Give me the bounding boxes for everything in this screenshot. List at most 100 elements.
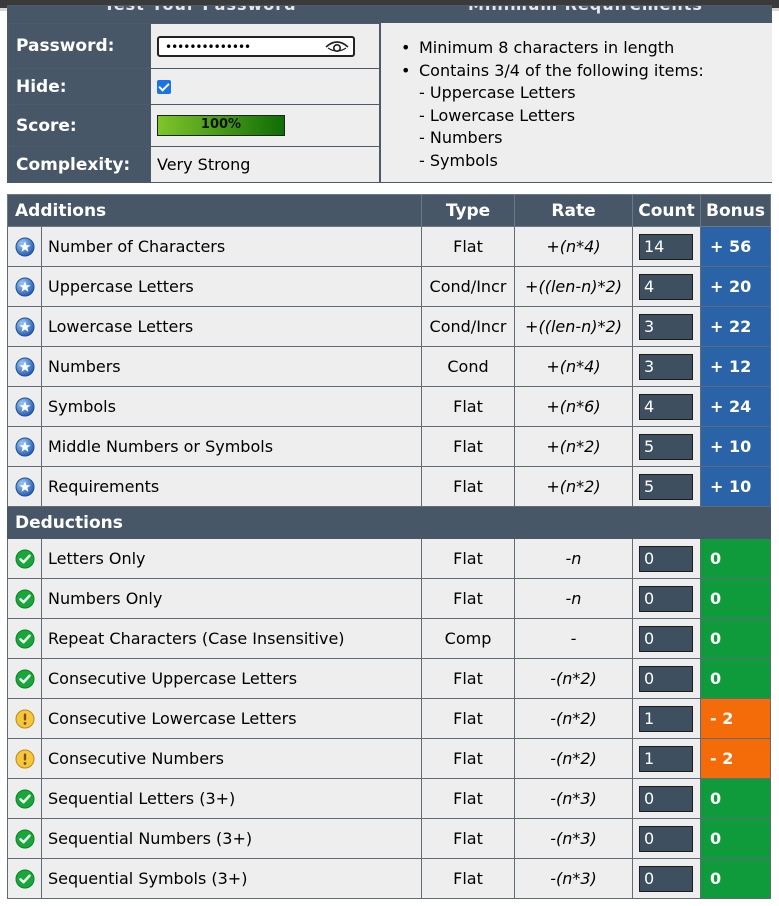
requirement-sub-item: - Uppercase Letters [419,83,576,102]
count-input[interactable]: 0 [639,585,693,612]
row-name: Consecutive Numbers [41,738,422,779]
count-input[interactable]: 0 [639,865,693,892]
addition-row: Requirements Flat +(n*2) 5 + 10 [7,466,771,507]
deduction-row: Numbers Only Flat -n 0 0 [7,578,771,619]
count-input[interactable]: 0 [639,665,693,692]
count-input[interactable]: 0 [639,625,693,652]
deduction-row: Repeat Characters (Case Insensitive) Comp… [7,618,771,659]
addition-row: Lowercase Letters Cond/Incr +((len-n)*2) 3 +… [7,306,771,347]
row-status [7,266,42,307]
deductions-rows: Letters Only Flat -n 0 0 Numbers Only Flat -n 0 0… [7,538,771,899]
requirement-item: Contains 3/4 of the following items: [401,60,704,83]
row-status [7,858,42,899]
row-name: Uppercase Letters [41,266,422,307]
row-rate: +((len-n)*2) [514,306,633,347]
password-value: •••••••••••••• [165,39,251,54]
password-input[interactable]: •••••••••••••• [157,35,355,57]
count-input[interactable]: 3 [639,353,693,380]
deductions-header: Deductions [7,506,771,539]
row-count-cell: 1 [632,698,701,739]
count-input[interactable]: 0 [639,825,693,852]
row-name: Numbers [41,346,422,387]
row-type: Cond/Incr [421,306,515,347]
addition-row: Number of Characters Flat +(n*4) 14 + 56 [7,226,771,267]
row-name: Consecutive Uppercase Letters [41,658,422,699]
row-rate: -(n*3) [514,818,633,859]
row-status [7,618,42,659]
row-status [7,226,42,267]
check-circle-icon [15,629,34,649]
requirement-item: Minimum 8 characters in length [401,37,704,60]
row-count-cell: 5 [632,466,701,507]
count-input[interactable]: 0 [639,785,693,812]
row-rate: +(n*4) [514,226,633,267]
row-count-cell: 0 [632,818,701,859]
hide-checkbox[interactable] [157,80,171,94]
row-rate: +(n*4) [514,346,633,387]
eye-icon[interactable] [325,40,349,54]
row-type: Flat [421,226,515,267]
row-name: Number of Characters [41,226,422,267]
row-count-cell: 0 [632,578,701,619]
addition-row: Middle Numbers or Symbols Flat +(n*2) 5 + 10 [7,426,771,467]
row-status [7,738,42,779]
deduction-row: Consecutive Numbers Flat -(n*2) 1 - 2 [7,738,771,779]
deduction-row: Consecutive Lowercase Letters Flat -(n*2) 1… [7,698,771,739]
row-status [7,538,42,579]
row-bonus: 0 [700,658,771,699]
row-bonus: - 2 [700,738,771,779]
row-type: Cond/Incr [421,266,515,307]
row-status [7,466,42,507]
row-bonus: 0 [700,778,771,819]
row-bonus: + 20 [700,266,771,307]
count-input[interactable]: 4 [639,273,693,300]
row-rate: -(n*2) [514,658,633,699]
row-bonus: + 10 [700,466,771,507]
complexity-value: Very Strong [150,146,380,183]
exclamation-circle-icon [15,709,34,729]
password-test-panel: Test Your Password Minimum Requirements … [7,5,772,183]
row-status [7,426,42,467]
count-input[interactable]: 4 [639,393,693,420]
count-header: Count [632,194,701,227]
row-type: Flat [421,818,515,859]
row-status [7,778,42,819]
row-rate: -(n*2) [514,698,633,739]
count-input[interactable]: 14 [639,233,693,260]
count-input[interactable]: 0 [639,545,693,572]
right-title: Minimum Requirements [468,6,703,14]
requirement-sub-item: - Numbers [419,128,503,147]
count-input[interactable]: 3 [639,313,693,340]
count-input[interactable]: 5 [639,473,693,500]
row-type: Cond [421,346,515,387]
bonus-header: Bonus [700,194,771,227]
star-icon [15,397,34,417]
row-status [7,658,42,699]
left-title: Test Your Password [104,6,297,14]
deduction-row: Sequential Letters (3+) Flat -(n*3) 0 0 [7,778,771,819]
row-type: Flat [421,778,515,819]
row-name: Requirements [41,466,422,507]
count-input[interactable]: 1 [639,705,693,732]
row-count-cell: 4 [632,386,701,427]
hide-label: Hide: [8,68,151,105]
row-rate: -n [514,538,633,579]
exclamation-circle-icon [15,749,34,769]
count-input[interactable]: 5 [639,433,693,460]
row-rate: +((len-n)*2) [514,266,633,307]
requirement-sub-item: - Lowercase Letters [419,105,576,125]
count-input[interactable]: 1 [639,745,693,772]
check-circle-icon [15,589,34,609]
row-rate: -(n*3) [514,858,633,899]
row-name: Numbers Only [41,578,422,619]
row-bonus: 0 [700,818,771,859]
row-rate: +(n*2) [514,466,633,507]
row-type: Flat [421,698,515,739]
score-label: Score: [8,104,151,147]
password-form: Password: •••••••••••••• Hide: Score: 10… [8,23,380,183]
addition-row: Symbols Flat +(n*6) 4 + 24 [7,386,771,427]
row-bonus: - 2 [700,698,771,739]
check-circle-icon [15,829,34,849]
row-status [7,698,42,739]
row-bonus: 0 [700,858,771,899]
